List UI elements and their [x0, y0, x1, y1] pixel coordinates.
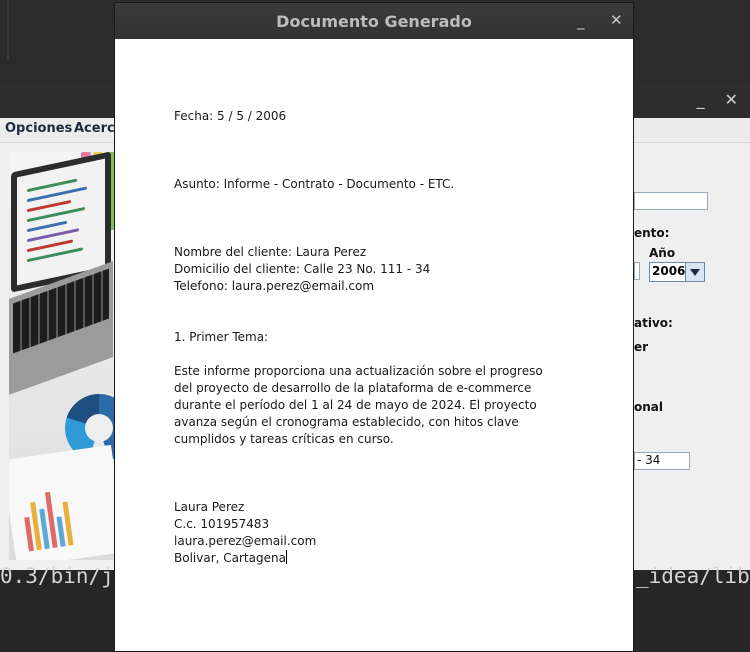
close-icon[interactable]: ✕	[610, 12, 623, 28]
terminal-line-left: 0.3/bin/ja	[0, 564, 127, 588]
address-field[interactable]: - 34	[634, 452, 690, 470]
name-field[interactable]	[634, 192, 708, 210]
background-window-controls: _ ✕	[697, 90, 738, 109]
signature-email: laura.perez@email.com	[174, 534, 317, 548]
signature-id: C.c. 101957483	[174, 517, 270, 531]
window-title: Documento Generado	[276, 12, 472, 31]
year-label: Año	[649, 246, 676, 260]
minimize-icon[interactable]: _	[577, 13, 585, 29]
minimize-icon[interactable]: _	[697, 90, 705, 109]
close-icon[interactable]: ✕	[725, 90, 738, 109]
terminal-line-right: _idea/lib/	[636, 564, 750, 588]
address-field-value: - 34	[637, 453, 661, 467]
document-window: Documento Generado _ ✕ Fecha: 5 / 5 / 20…	[114, 2, 634, 652]
paper-chart-graphic	[9, 444, 119, 560]
section-paragraph: Este informe proporciona una actualizaci…	[174, 364, 543, 446]
terminal-divider	[7, 0, 9, 60]
document-type-label: ativo:	[634, 316, 673, 330]
text-cursor	[285, 550, 287, 564]
document-titlebar[interactable]: Documento Generado _ ✕	[115, 3, 633, 39]
option-label-2: onal	[634, 400, 663, 414]
signature-city: Bolivar, Cartagena	[174, 551, 286, 565]
menu-opciones[interactable]: Opciones	[5, 121, 72, 136]
year-value: 2006	[652, 264, 686, 278]
client-name-line: Nombre del cliente: Laura Perez	[174, 245, 367, 259]
asunto-line: Asunto: Informe - Contrato - Documento -…	[174, 177, 455, 191]
fecha-line: Fecha: 5 / 5 / 2006	[174, 109, 287, 123]
option-label: er	[634, 340, 649, 354]
year-select[interactable]: 2006	[649, 262, 705, 282]
chevron-down-icon[interactable]	[685, 263, 704, 281]
section-title: 1. Primer Tema:	[174, 330, 269, 344]
signature-city-line: Bolivar, Cartagena	[174, 550, 287, 567]
date-label: ento:	[634, 226, 670, 240]
client-phone-line: Telefono: laura.perez@email.com	[174, 279, 375, 293]
month-select[interactable]	[634, 262, 640, 280]
office-illustration	[9, 152, 119, 560]
client-address-line: Domicilio del cliente: Calle 23 No. 111 …	[174, 262, 431, 276]
form-panel: ento: Año 2006 ativo: er onal - 34	[634, 142, 750, 570]
signature-name: Laura Perez	[174, 500, 245, 514]
